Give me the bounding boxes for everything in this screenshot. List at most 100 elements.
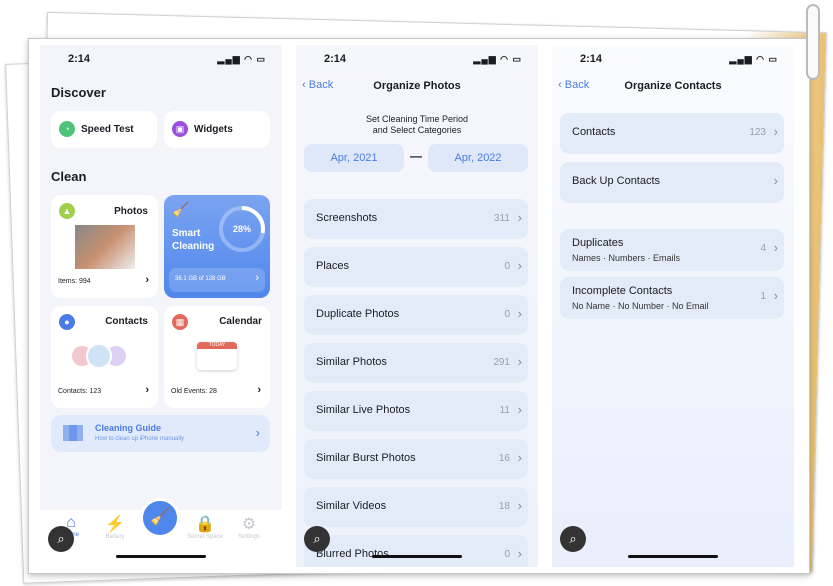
chevron-right-icon: › bbox=[517, 402, 522, 417]
row-label: Back Up Contacts bbox=[572, 175, 661, 187]
duplicates-row[interactable]: Duplicates Names · Numbers · Emails 4 › bbox=[560, 229, 784, 271]
cleaning-guide-button[interactable]: Cleaning Guide How to clean up iPhone ma… bbox=[51, 415, 270, 452]
zoom-icon[interactable]: ⌕ bbox=[48, 526, 74, 552]
row-label: Similar Videos bbox=[316, 500, 387, 512]
row-label: Contacts bbox=[572, 126, 616, 138]
widgets-icon: ▣ bbox=[172, 121, 188, 137]
row-count: 123 bbox=[749, 127, 766, 138]
discover-title: Discover bbox=[51, 85, 106, 100]
storage-bar[interactable]: 36.1 GB of 128 GB › bbox=[169, 268, 265, 292]
speedometer-icon: ◔ bbox=[59, 121, 75, 137]
zoom-icon[interactable]: ⌕ bbox=[560, 526, 586, 552]
speed-test-label: Speed Test bbox=[81, 124, 134, 135]
contacts-title: Contacts bbox=[105, 316, 148, 327]
guide-title: Cleaning Guide bbox=[95, 423, 162, 433]
tab-label: Secret Space bbox=[186, 534, 224, 540]
contacts-row[interactable]: Contacts 123 › bbox=[560, 113, 784, 154]
row-count: 4 bbox=[760, 243, 766, 254]
chevron-right-icon: › bbox=[517, 210, 522, 225]
home-screen: 2:14 ▂▄▆ ◠ ▭ Discover ◔ Speed Test ▣ Wid… bbox=[40, 45, 282, 567]
chevron-right-icon: › bbox=[517, 498, 522, 513]
row-label: Duplicates bbox=[572, 237, 624, 249]
contacts-card[interactable]: ● Contacts Contacts: 123 › bbox=[51, 306, 158, 408]
chevron-right-icon: › bbox=[255, 425, 260, 440]
broom-icon: 🧹 bbox=[172, 201, 190, 217]
gear-icon: ⚙ bbox=[241, 516, 257, 533]
zoom-icon[interactable]: ⌕ bbox=[304, 526, 330, 552]
storage-text: 36.1 GB of 128 GB bbox=[175, 276, 226, 282]
smart-cleaning-card[interactable]: 🧹 Smart Cleaning 28% 36.1 GB of 128 GB › bbox=[164, 195, 270, 298]
category-row[interactable]: Blurred Photos 0 › bbox=[304, 535, 528, 567]
row-subtitle: No Name · No Number · No Email bbox=[572, 301, 709, 311]
status-time: 2:14 bbox=[580, 53, 603, 65]
home-indicator bbox=[116, 555, 206, 558]
guide-icon bbox=[63, 425, 83, 441]
chevron-right-icon: › bbox=[517, 306, 522, 321]
chevron-right-icon: › bbox=[517, 450, 522, 465]
incomplete-contacts-row[interactable]: Incomplete Contacts No Name · No Number … bbox=[560, 277, 784, 319]
category-row[interactable]: Similar Burst Photos 16 › bbox=[304, 439, 528, 479]
chevron-right-icon: › bbox=[773, 173, 778, 188]
row-count: 16 bbox=[498, 453, 510, 464]
photo-icon: ▲ bbox=[59, 203, 75, 219]
subtitle-line-2: and Select Categories bbox=[372, 125, 462, 135]
calendar-icon: ▦ bbox=[172, 314, 188, 330]
date-separator: — bbox=[410, 149, 422, 163]
end-date-picker[interactable]: Apr, 2022 bbox=[428, 144, 528, 172]
widgets-button[interactable]: ▣ Widgets bbox=[164, 111, 270, 148]
home-indicator bbox=[372, 555, 462, 558]
row-count: 0 bbox=[504, 309, 510, 320]
photos-thumbnail-grid bbox=[75, 225, 135, 269]
page-title: Organize Contacts bbox=[624, 80, 722, 92]
row-subtitle: Names · Numbers · Emails bbox=[572, 253, 681, 263]
calendar-title: Calendar bbox=[219, 316, 262, 327]
tab-secret-space[interactable]: 🔒 Secret Space bbox=[182, 514, 228, 540]
row-count: 1 bbox=[760, 291, 766, 302]
chevron-right-icon: › bbox=[517, 258, 522, 273]
organize-photos-screen: 2:14 ▂▄▆ ◠ ▭ ‹ Back Organize Photos Set … bbox=[296, 45, 538, 567]
period-subtitle: Set Cleaning Time Period and Select Cate… bbox=[296, 114, 538, 136]
status-time: 2:14 bbox=[324, 53, 347, 65]
contacts-count: Contacts: 123 bbox=[58, 388, 102, 395]
home-indicator bbox=[628, 555, 718, 558]
avatar bbox=[86, 343, 112, 369]
category-row[interactable]: Similar Videos 18 › bbox=[304, 487, 528, 527]
subtitle-line-1: Set Cleaning Time Period bbox=[365, 114, 469, 124]
category-row[interactable]: Duplicate Photos 0 › bbox=[304, 295, 528, 335]
row-label: Blurred Photos bbox=[316, 548, 389, 560]
speed-test-button[interactable]: ◔ Speed Test bbox=[51, 111, 157, 148]
row-label: Places bbox=[316, 260, 350, 272]
old-events-count: Old Events: 28 bbox=[171, 388, 217, 395]
chevron-right-icon: › bbox=[257, 384, 261, 396]
category-row[interactable]: Screenshots 311 › bbox=[304, 199, 528, 239]
category-row[interactable]: Similar Live Photos 11 › bbox=[304, 391, 528, 431]
clean-title: Clean bbox=[51, 169, 87, 184]
calendar-card[interactable]: ▦ Calendar TODAY Old Events: 28 › bbox=[164, 306, 270, 408]
chevron-right-icon: › bbox=[773, 124, 778, 139]
chevron-right-icon: › bbox=[773, 240, 778, 255]
row-count: 311 bbox=[494, 213, 510, 224]
category-row[interactable]: Places 0 › bbox=[304, 247, 528, 287]
category-row[interactable]: Similar Photos 291 › bbox=[304, 343, 528, 383]
row-label: Similar Live Photos bbox=[316, 404, 411, 416]
chevron-right-icon: › bbox=[255, 272, 259, 284]
row-count: 0 bbox=[504, 261, 510, 272]
calendar-illustration: TODAY bbox=[197, 342, 237, 370]
start-date-picker[interactable]: Apr, 2021 bbox=[304, 144, 404, 172]
clean-button[interactable]: 🧹 bbox=[140, 498, 180, 538]
lock-icon: 🔒 bbox=[195, 516, 215, 533]
smart-title-1: Smart bbox=[172, 228, 201, 239]
chevron-right-icon: › bbox=[145, 384, 149, 396]
chevron-right-icon: › bbox=[517, 546, 522, 561]
status-time: 2:14 bbox=[68, 53, 91, 65]
chevron-right-icon: › bbox=[517, 354, 522, 369]
tab-settings[interactable]: ⚙ Settings bbox=[232, 514, 266, 540]
page-title: Organize Photos bbox=[373, 80, 461, 92]
back-up-contacts-row[interactable]: Back Up Contacts › bbox=[560, 162, 784, 203]
guide-subtitle: How to clean up iPhone manually bbox=[95, 436, 185, 442]
photos-card[interactable]: ▲ Photos Items: 994 › bbox=[51, 195, 158, 298]
tab-battery[interactable]: ⚡ Battery bbox=[100, 514, 130, 540]
chevron-right-icon: › bbox=[145, 274, 149, 286]
row-count: 291 bbox=[493, 357, 510, 368]
row-label: Screenshots bbox=[316, 212, 378, 224]
